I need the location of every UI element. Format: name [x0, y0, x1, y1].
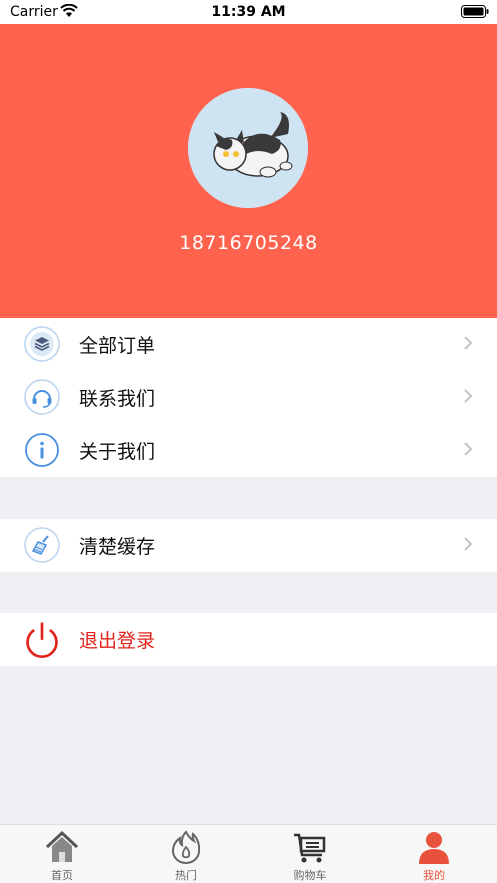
menu-item-label: 联系我们 [79, 388, 156, 410]
chevron-right-icon [464, 537, 473, 551]
menu-item-clear-cache[interactable]: 清楚缓存 [0, 519, 497, 572]
tab-cart[interactable]: 购物车 [248, 825, 372, 883]
tab-hot[interactable]: 热门 [124, 825, 248, 883]
tab-label: 首页 [51, 869, 73, 882]
logout-label: 退出登录 [79, 630, 156, 652]
layers-icon [24, 326, 60, 362]
menu-item-label: 关于我们 [79, 441, 156, 463]
avatar[interactable] [188, 88, 308, 208]
info-icon [25, 433, 59, 467]
home-icon [45, 830, 79, 862]
menu-group-cache: 清楚缓存 [0, 519, 497, 572]
phone-number: 18716705248 [179, 232, 318, 254]
chevron-right-icon [464, 389, 473, 403]
status-bar: Carrier 11:39 AM [0, 0, 497, 24]
menu-item-label: 清楚缓存 [79, 536, 156, 558]
flame-icon [171, 830, 201, 864]
tab-label: 购物车 [293, 869, 327, 882]
profile-header: 18716705248 [0, 24, 497, 318]
power-icon [26, 622, 58, 659]
menu-item-all-orders[interactable]: 全部订单 [0, 318, 497, 371]
chevron-right-icon [464, 442, 473, 456]
tab-mine[interactable]: 我的 [372, 825, 496, 883]
menu-item-about-us[interactable]: 关于我们 [0, 424, 497, 477]
cart-icon [294, 833, 326, 863]
tab-label: 我的 [423, 869, 445, 882]
person-icon [419, 832, 449, 864]
logout-button[interactable]: 退出登录 [0, 613, 497, 666]
battery-icon [461, 5, 489, 18]
cat-avatar-image [188, 88, 308, 208]
broom-icon [24, 527, 60, 563]
logout-group: 退出登录 [0, 613, 497, 666]
headset-icon [24, 379, 60, 415]
menu-item-contact-us[interactable]: 联系我们 [0, 371, 497, 424]
tab-bar: 首页 热门 购物车 我的 [0, 824, 497, 883]
tab-home[interactable]: 首页 [0, 825, 124, 883]
menu-group-orders: 全部订单 联系我们 关于我们 [0, 318, 497, 477]
tab-label: 热门 [175, 869, 197, 882]
clock: 11:39 AM [211, 4, 286, 20]
chevron-right-icon [464, 336, 473, 350]
menu-item-label: 全部订单 [79, 335, 156, 357]
